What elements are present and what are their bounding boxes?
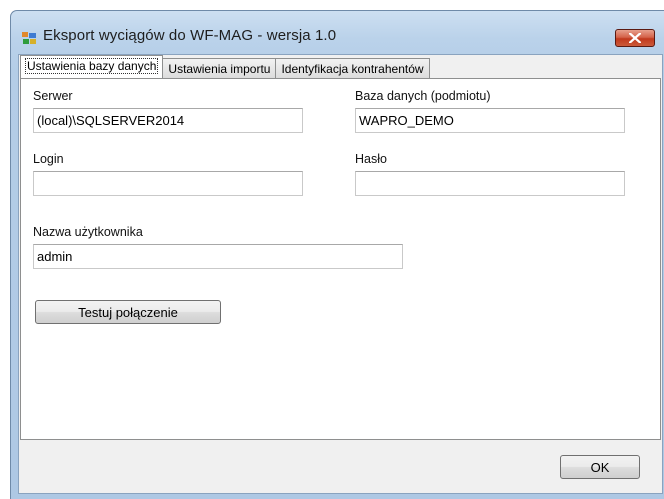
database-input[interactable] [355, 108, 625, 133]
tab-label: Ustawienia importu [168, 62, 271, 76]
tab-database-settings[interactable]: Ustawienia bazy danych [20, 55, 164, 78]
close-button[interactable] [615, 29, 655, 47]
tab-import-settings[interactable]: Ustawienia importu [162, 58, 277, 78]
ok-button[interactable]: OK [560, 455, 640, 479]
close-icon [629, 33, 641, 43]
login-label: Login [33, 152, 64, 166]
tab-page-database-settings: Serwer Baza danych (podmiotu) Login Hasł… [20, 78, 661, 440]
tab-label: Ustawienia bazy danych [24, 58, 159, 74]
password-label: Hasło [355, 152, 387, 166]
dialog-window: Eksport wyciągów do WF-MAG - wersja 1.0 … [10, 10, 664, 499]
server-input[interactable] [33, 108, 303, 133]
app-windows-icon [22, 32, 37, 45]
password-input[interactable] [355, 171, 625, 196]
title-bar[interactable]: Eksport wyciągów do WF-MAG - wersja 1.0 [11, 11, 664, 53]
tab-contractor-identification[interactable]: Identyfikacja kontrahentów [275, 58, 430, 78]
window-title: Eksport wyciągów do WF-MAG - wersja 1.0 [43, 27, 337, 44]
login-input[interactable] [33, 171, 303, 196]
tab-strip: Ustawienia bazy danych Ustawienia import… [20, 55, 430, 78]
username-label: Nazwa użytkownika [33, 225, 143, 239]
test-connection-button[interactable]: Testuj połączenie [35, 300, 221, 324]
server-label: Serwer [33, 89, 73, 103]
username-input[interactable] [33, 244, 403, 269]
dialog-footer: OK [20, 441, 661, 493]
tab-label: Identyfikacja kontrahentów [281, 62, 424, 76]
database-label: Baza danych (podmiotu) [355, 89, 491, 103]
dialog-client-area: Ustawienia bazy danych Ustawienia import… [18, 54, 663, 494]
